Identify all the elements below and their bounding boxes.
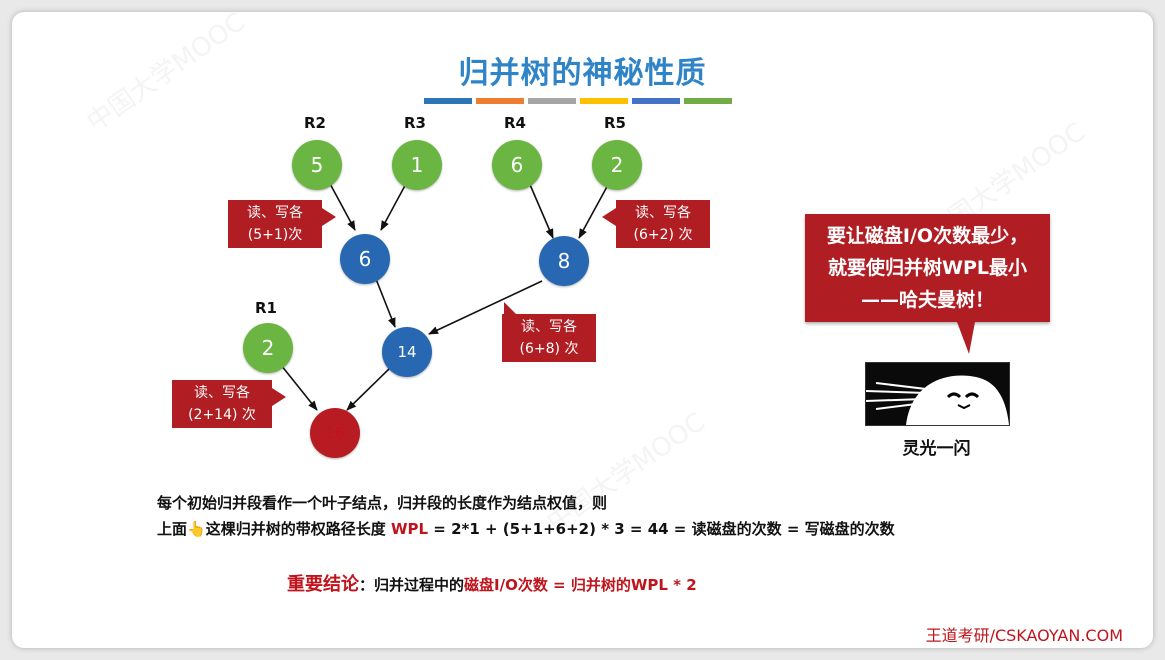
- wpl-label: WPL: [390, 520, 429, 538]
- run-label-r2: R2: [304, 114, 326, 132]
- root-node-16: 16: [310, 408, 360, 458]
- callout-line: (5+1)次: [247, 227, 303, 243]
- callout-read-write-6-2: 读、写各 (6+2) 次: [602, 200, 710, 248]
- callout-tail: [272, 388, 286, 406]
- callout-line: (6+8) 次: [519, 341, 579, 357]
- conclusion-text: ：归并过程中的: [359, 576, 465, 594]
- image-caption: 灵光一闪: [902, 439, 971, 459]
- leaf-node-r3: 1: [392, 140, 442, 190]
- merge-node-14: 14: [382, 327, 432, 377]
- callout-tail: [602, 208, 616, 226]
- edge-n14-n16: [346, 367, 391, 411]
- inspiration-image: [865, 362, 1010, 426]
- explanation-text: 上面: [157, 520, 188, 538]
- merge-node-8: 8: [539, 236, 589, 286]
- callout-line: 读、写各: [635, 205, 691, 221]
- wpl-formula: = 2*1 + (5+1+6+2) * 3 = 44 = 读磁盘的次数 = 写磁…: [428, 520, 895, 538]
- run-label-r4: R4: [504, 114, 526, 132]
- explanation-line-1: 每个初始归并段看作一个叶子结点，归并段的长度作为结点权值，则: [157, 494, 608, 512]
- inspiration-illustration: [866, 375, 1009, 425]
- edge-n6-n14: [375, 278, 396, 328]
- callout-line: (2+14) 次: [188, 407, 256, 423]
- callout-tail: [322, 208, 336, 226]
- callout-line: (6+2) 次: [633, 227, 693, 243]
- leaf-node-r2: 5: [292, 140, 342, 190]
- run-label-r3: R3: [404, 114, 426, 132]
- edge-r1-n16: [280, 364, 318, 411]
- leaf-node-r1: 2: [243, 323, 293, 373]
- edge-r3-n6: [380, 179, 409, 231]
- slide: 中国大学MOOC 中国大学MOOC 中国大学MOOC 归并树的神秘性质 R2 R…: [12, 12, 1153, 648]
- pointing-hand-icon: 👆: [187, 520, 206, 538]
- bubble-line: 要让磁盘I/O次数最少，: [826, 225, 1029, 247]
- leaf-node-r5: 2: [592, 140, 642, 190]
- run-label-r1: R1: [255, 299, 277, 317]
- callout-read-write-6-8: 读、写各 (6+8) 次: [502, 302, 596, 362]
- explanation-line-2: 上面👆这棵归并树的带权路径长度 WPL = 2*1 + (5+1+6+2) * …: [157, 518, 895, 539]
- run-label-r5: R5: [604, 114, 626, 132]
- bubble-line: 就要使归并树WPL最小: [828, 257, 1027, 279]
- callout-line: 读、写各: [194, 385, 250, 401]
- important-conclusion: 重要结论：归并过程中的磁盘I/O次数 = 归并树的WPL * 2: [287, 570, 697, 596]
- conclusion-label: 重要结论: [287, 574, 359, 595]
- speech-bubble: 要让磁盘I/O次数最少， 就要使归并树WPL最小 ——哈夫曼树！: [805, 214, 1050, 322]
- callout-line: 读、写各: [521, 319, 577, 335]
- leaf-node-r4: 6: [492, 140, 542, 190]
- bubble-line: ——哈夫曼树！: [860, 289, 994, 311]
- footer-brand: 王道考研/CSKAOYAN.COM: [925, 626, 1123, 645]
- callout-line: 读、写各: [247, 205, 303, 221]
- merge-node-6: 6: [340, 234, 390, 284]
- callout-tail: [504, 302, 516, 314]
- callout-read-write-2-14: 读、写各 (2+14) 次: [172, 380, 286, 428]
- edge-r4-n8: [527, 179, 554, 239]
- callout-read-write-5-1: 读、写各 (5+1)次: [228, 200, 336, 248]
- speech-bubble-tail: [957, 322, 975, 354]
- conclusion-emphasis: 磁盘I/O次数 = 归并树的WPL * 2: [464, 576, 697, 594]
- explanation-text: 这棵归并树的带权路径长度: [205, 520, 386, 538]
